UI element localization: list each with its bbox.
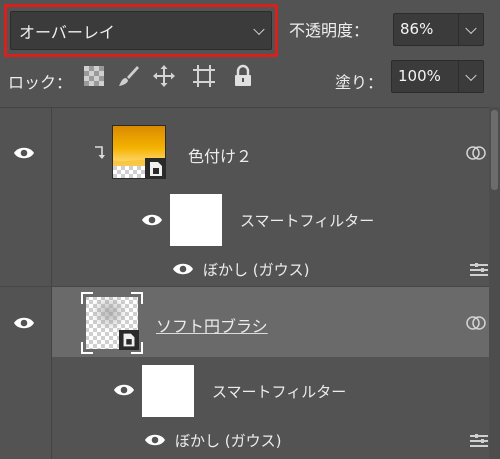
chevron-down-icon xyxy=(465,22,477,34)
opacity-input[interactable]: 86% xyxy=(393,13,459,46)
smart-filter-label[interactable]: スマートフィルター xyxy=(212,381,346,402)
brush-icon[interactable] xyxy=(117,64,141,88)
filter-effect-name[interactable]: ぼかし (ガウス) xyxy=(175,430,281,451)
eye-icon[interactable] xyxy=(13,316,35,330)
chevron-down-icon xyxy=(465,69,477,81)
eye-icon[interactable] xyxy=(13,146,35,160)
eye-icon[interactable] xyxy=(141,213,163,227)
smart-filter-mask-thumbnail[interactable] xyxy=(142,365,194,417)
layer-thumbnail[interactable] xyxy=(112,125,166,179)
smart-object-icon xyxy=(145,158,165,178)
fill-input[interactable]: 100% xyxy=(391,60,459,93)
chevron-down-icon xyxy=(253,23,265,35)
lock-all-icon[interactable] xyxy=(231,64,255,88)
blend-mode-value: オーバーレイ xyxy=(19,22,115,42)
row-divider xyxy=(0,286,489,287)
smart-object-link-icon[interactable] xyxy=(466,144,488,162)
layer-name[interactable]: ソフト円ブラシ xyxy=(156,313,268,337)
layers-scrollbar-thumb[interactable] xyxy=(491,110,498,190)
smart-object-icon xyxy=(119,330,139,350)
layer-thumbnail[interactable] xyxy=(81,292,143,354)
filter-effect-name[interactable]: ぼかし (ガウス) xyxy=(203,259,309,280)
artboard-icon[interactable] xyxy=(192,64,216,88)
eye-icon[interactable] xyxy=(113,383,135,397)
opacity-dropdown-button[interactable] xyxy=(458,13,484,46)
fill-label: 塗り： xyxy=(335,73,384,92)
smart-filter-mask-thumbnail[interactable] xyxy=(170,194,222,246)
blend-mode-dropdown[interactable]: オーバーレイ xyxy=(10,11,272,50)
smart-filter-label[interactable]: スマートフィルター xyxy=(240,210,374,231)
filter-blending-options-icon[interactable] xyxy=(470,434,488,448)
move-icon[interactable] xyxy=(152,64,176,88)
lock-label: ロック： xyxy=(8,73,73,92)
fill-dropdown-button[interactable] xyxy=(458,60,484,93)
eye-icon[interactable] xyxy=(172,262,194,276)
layer-name[interactable]: 色付け２ xyxy=(188,143,252,167)
clipping-mask-arrow-icon xyxy=(95,146,105,159)
smart-object-link-icon[interactable] xyxy=(466,314,488,332)
opacity-label: 不透明度： xyxy=(289,21,370,40)
lock-transparent-pixels-icon[interactable] xyxy=(82,64,106,88)
filter-blending-options-icon[interactable] xyxy=(470,263,488,277)
eye-icon[interactable] xyxy=(144,433,166,447)
